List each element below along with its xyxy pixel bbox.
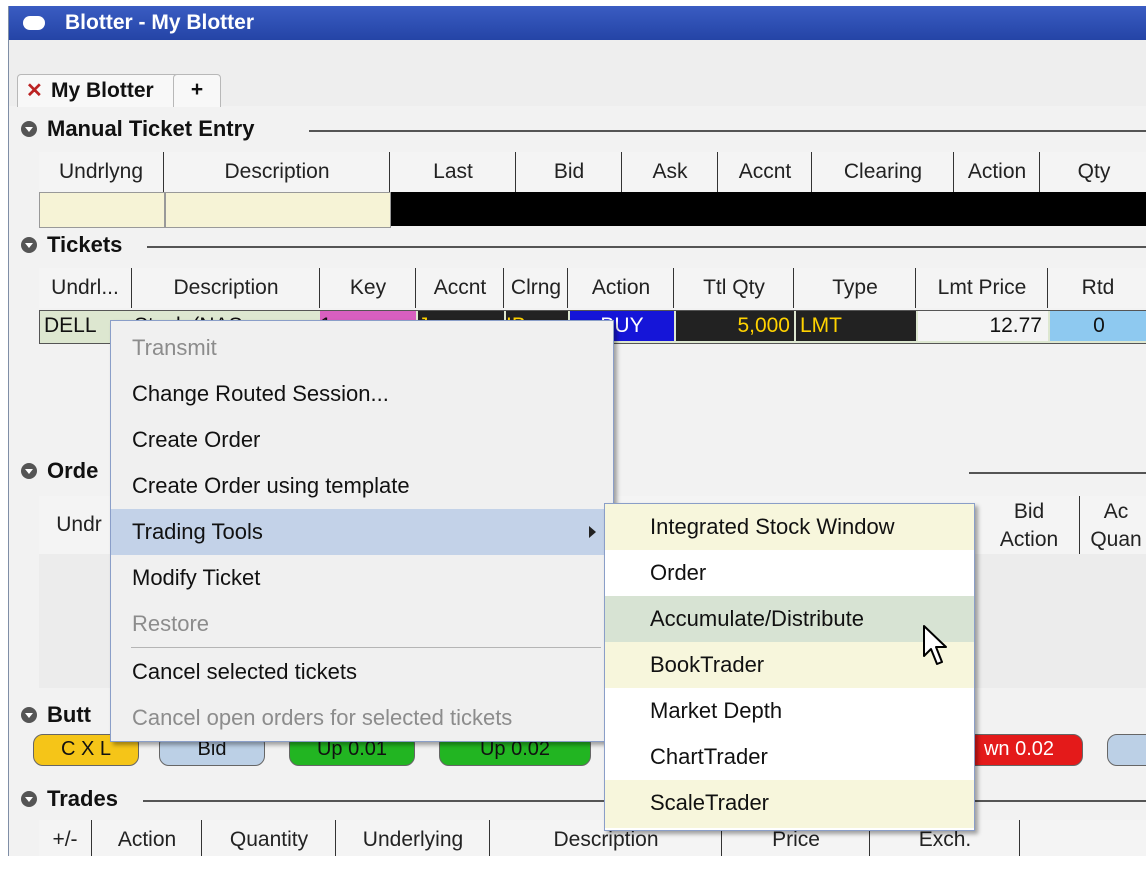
col-last[interactable]: Last — [391, 152, 516, 192]
submenu-item-market-depth[interactable]: Market Depth — [605, 688, 974, 734]
menu-item-cancel-selected-tickets[interactable]: Cancel selected tickets — [111, 649, 613, 695]
torn-edge — [0, 856, 1146, 892]
menu-item-modify-ticket[interactable]: Modify Ticket — [111, 555, 613, 601]
submenu-item-order[interactable]: Order — [605, 550, 974, 596]
manual-input-undrlyng[interactable] — [39, 192, 165, 228]
col-rtd[interactable]: Rtd — [1049, 268, 1146, 308]
col-undrl[interactable]: Undrl... — [39, 268, 132, 308]
submenu-item-integrated-stock-window[interactable]: Integrated Stock Window — [605, 504, 974, 550]
col-key[interactable]: Key — [321, 268, 416, 308]
menu-item-trading-tools-label: Trading Tools — [132, 519, 263, 544]
menu-separator — [131, 647, 601, 648]
col-undr[interactable]: Undr — [39, 496, 120, 554]
manual-input-description[interactable] — [165, 192, 391, 228]
title-bar[interactable]: Blotter - My Blotter — [9, 6, 1146, 40]
cell-rtd: 0 — [1050, 311, 1146, 341]
menu-item-create-order-template[interactable]: Create Order using template — [111, 463, 613, 509]
collapse-circle-icon[interactable] — [21, 121, 37, 137]
col-clrng[interactable]: Clrng — [505, 268, 568, 308]
col-accnt[interactable]: Accnt — [417, 268, 504, 308]
col-ask[interactable]: Ask — [623, 152, 718, 192]
close-tab-icon[interactable]: ✕ — [26, 78, 43, 103]
col-type[interactable]: Type — [795, 268, 916, 308]
col-lmt-price[interactable]: Lmt Price — [917, 268, 1048, 308]
tickets-header: Undrl... Description Key Accnt Clrng Act… — [39, 268, 1146, 308]
tab-label: My Blotter — [51, 79, 154, 102]
col-description[interactable]: Description — [165, 152, 390, 192]
section-divider — [147, 246, 1146, 248]
col-accnt[interactable]: Accnt — [719, 152, 812, 192]
collapse-circle-icon[interactable] — [21, 791, 37, 807]
collapse-circle-icon[interactable] — [21, 707, 37, 723]
menu-item-change-routed-session[interactable]: Change Routed Session... — [111, 371, 613, 417]
window-title: Blotter - My Blotter — [65, 11, 254, 34]
col-ac-line1: Ac — [1103, 500, 1129, 523]
submenu-item-charttrader[interactable]: ChartTrader — [605, 734, 974, 780]
cell-ttl-qty: 5,000 — [676, 311, 794, 341]
col-quantity[interactable]: Quantity — [203, 820, 336, 858]
trades-header: +/- Action Quantity Underlying Descripti… — [39, 820, 1146, 858]
section-divider — [969, 472, 1146, 474]
collapse-circle-icon[interactable] — [21, 463, 37, 479]
menu-item-restore[interactable]: Restore — [111, 601, 613, 647]
cell-lmt-price[interactable]: 12.77 — [918, 311, 1048, 341]
manual-entry-row-fill — [391, 192, 1146, 226]
col-action[interactable]: Action — [569, 268, 674, 308]
col-ac-quan[interactable]: Ac Quan — [1081, 496, 1146, 554]
manual-entry-header: Undrlyng Description Last Bid Ask Accnt … — [39, 152, 1146, 192]
tab-strip: ✕ My Blotter + — [9, 40, 1146, 107]
submenu-item-scaletrader[interactable]: ScaleTrader — [605, 780, 974, 828]
mouse-pointer-icon — [923, 625, 947, 665]
menu-item-cancel-open-orders[interactable]: Cancel open orders for selected tickets — [111, 695, 613, 741]
more-button[interactable] — [1107, 734, 1146, 766]
col-bid[interactable]: Bid — [517, 152, 622, 192]
submenu-item-booktrader[interactable]: BookTrader — [605, 642, 974, 688]
col-ac-line2: Quan — [1090, 528, 1142, 551]
menu-item-create-order[interactable]: Create Order — [111, 417, 613, 463]
trading-tools-submenu: Integrated Stock Window Order Accumulate… — [604, 503, 975, 831]
menu-item-transmit[interactable]: Transmit — [111, 325, 613, 371]
col-underlying[interactable]: Underlying — [337, 820, 490, 858]
submenu-item-accumulate-distribute[interactable]: Accumulate/Distribute — [605, 596, 974, 642]
add-tab-button[interactable]: + — [173, 74, 221, 107]
context-menu: Transmit Change Routed Session... Create… — [110, 320, 614, 742]
col-bid-action[interactable]: Bid Action — [979, 496, 1080, 554]
chevron-right-icon — [589, 526, 596, 538]
col-action[interactable]: Action — [955, 152, 1040, 192]
cell-type: LMT — [796, 311, 916, 341]
col-bid-line2: Action — [999, 528, 1059, 551]
col-qty[interactable]: Qty — [1041, 152, 1146, 192]
col-action[interactable]: Action — [93, 820, 202, 858]
menu-item-trading-tools[interactable]: Trading Tools — [111, 509, 613, 555]
col-bid-line1: Bid — [1013, 500, 1045, 523]
col-undrlyng[interactable]: Undrlyng — [39, 152, 164, 192]
col-ttl-qty[interactable]: Ttl Qty — [675, 268, 794, 308]
collapse-circle-icon[interactable] — [21, 237, 37, 253]
section-divider — [309, 130, 1146, 132]
col-plus-minus[interactable]: +/- — [39, 820, 92, 858]
col-description[interactable]: Description — [133, 268, 320, 308]
col-clearing[interactable]: Clearing — [813, 152, 954, 192]
app-icon — [23, 16, 45, 30]
tab-my-blotter[interactable]: ✕ My Blotter — [17, 74, 179, 107]
